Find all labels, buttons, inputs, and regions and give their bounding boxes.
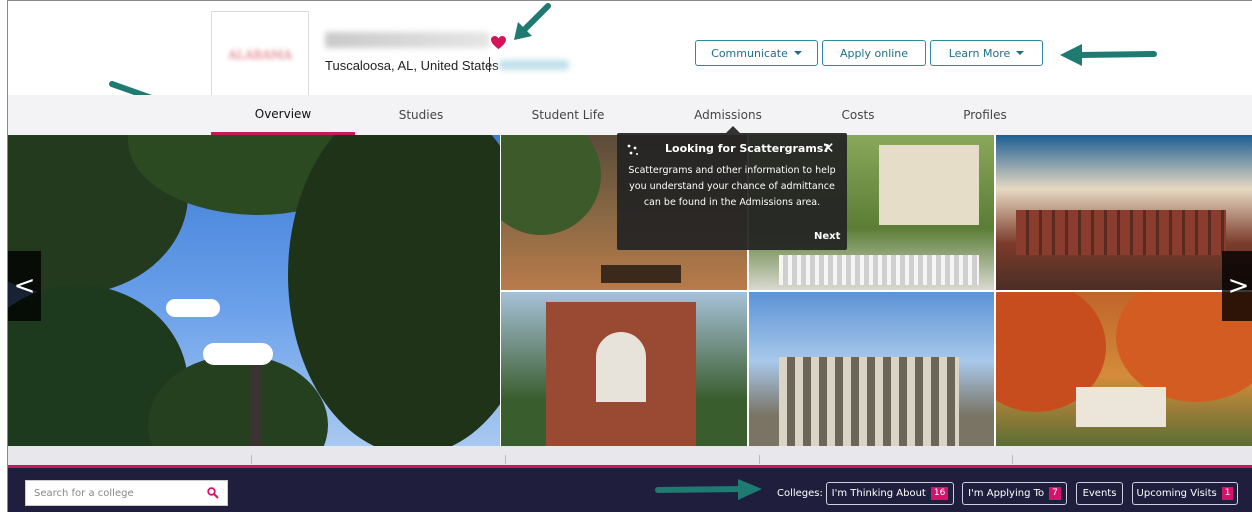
tooltip-next-button[interactable]: Next [814,231,840,242]
thinking-about-button[interactable]: I'm Thinking About 16 [826,482,954,505]
college-name-blurred[interactable] [325,32,490,48]
strip-tick [505,455,506,464]
search-icon[interactable] [207,487,219,499]
annotation-arrow-buttons [1060,44,1157,66]
tab-profiles[interactable]: Profiles [930,95,1040,135]
gallery-prev-button[interactable]: < [8,251,41,321]
location-divider [489,57,490,72]
learn-more-label: Learn More [948,46,1011,60]
gallery-photo-chapel[interactable] [501,292,747,446]
colleges-label: Colleges: [777,488,823,499]
thinking-about-label: I'm Thinking About [831,488,926,499]
gallery-strip [8,446,1252,466]
gallery-next-button[interactable]: > [1222,251,1252,321]
strip-tick [251,455,252,464]
communicate-button[interactable]: Communicate [695,40,818,66]
applying-to-button[interactable]: I'm Applying To 7 [962,482,1067,505]
events-button[interactable]: Events [1076,482,1123,505]
tab-student-life[interactable]: Student Life [513,95,623,135]
tooltip-title: Looking for Scattergrams? [665,142,830,155]
tab-overview[interactable]: Overview [211,95,355,135]
caret-down-icon [1016,51,1025,55]
close-icon[interactable]: ✕ [822,139,835,157]
tab-studies[interactable]: Studies [366,95,476,135]
annotation-arrow-footer [655,479,762,500]
communicate-label: Communicate [711,46,788,60]
upcoming-visits-count: 1 [1221,487,1234,500]
tooltip-body: Scattergrams and other information to he… [628,165,836,208]
college-search-input[interactable]: Search for a college [25,480,228,506]
sparkle-icon [627,144,638,155]
tooltip-pointer [726,126,740,133]
strip-tick [1012,455,1013,464]
search-placeholder: Search for a college [34,488,134,499]
website-link-blurred[interactable] [499,60,569,70]
applying-to-label: I'm Applying To [968,488,1045,499]
apply-online-button[interactable]: Apply online [822,40,926,66]
college-location: Tuscaloosa, AL, United States [325,58,499,73]
heart-icon[interactable] [491,36,506,50]
tab-costs[interactable]: Costs [803,95,913,135]
scattergram-tooltip: Looking for Scattergrams? ✕ Scattergrams… [617,133,847,250]
gallery-photo-library[interactable] [996,135,1252,290]
gallery-photo-autumn[interactable] [996,292,1252,446]
college-logo[interactable]: ALABAMA [211,11,309,98]
events-label: Events [1082,488,1117,499]
caret-down-icon [793,51,802,55]
upcoming-visits-label: Upcoming Visits [1136,488,1217,499]
learn-more-button[interactable]: Learn More [930,40,1043,66]
applying-to-count: 7 [1049,487,1061,500]
gallery-photo-columns[interactable] [749,292,994,446]
upcoming-visits-button[interactable]: Upcoming Visits 1 [1132,482,1238,505]
apply-online-label: Apply online [839,46,909,60]
logo-text: ALABAMA [228,47,292,62]
thinking-about-count: 16 [930,487,949,500]
section-tabs: Overview Studies Student Life Admissions… [8,95,1252,135]
annotation-arrow-heart [514,3,551,40]
strip-tick [759,455,760,464]
gallery-photo-main[interactable] [8,135,500,446]
